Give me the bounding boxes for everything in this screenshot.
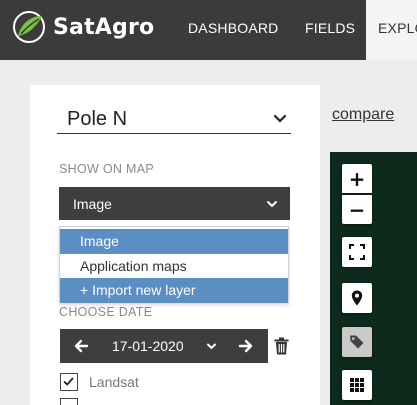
fullscreen-button[interactable] [342, 237, 372, 267]
option-application-maps[interactable]: Application maps [60, 254, 288, 279]
nav-dashboard[interactable]: DASHBOARD [188, 0, 278, 60]
choose-date-label: CHOOSE DATE [59, 305, 153, 319]
labels-toggle-button[interactable] [342, 327, 372, 357]
chevron-down-icon[interactable] [206, 341, 217, 352]
show-on-map-label: SHOW ON MAP [59, 162, 154, 176]
arrow-right-icon[interactable] [238, 338, 254, 354]
plus-icon: + [348, 166, 366, 191]
source-checkbox[interactable] [60, 398, 78, 405]
fullscreen-icon [349, 244, 365, 260]
field-name: Pole N [67, 108, 128, 130]
chevron-down-icon [267, 201, 277, 208]
landsat-label: Landsat [89, 374, 139, 390]
nav-fields[interactable]: FIELDS [305, 0, 355, 60]
landsat-checkbox[interactable] [60, 373, 78, 391]
layer-dropdown-menu: Image Application maps + Import new laye… [59, 226, 289, 303]
minus-icon: − [348, 197, 366, 222]
arrow-left-icon[interactable] [73, 338, 89, 354]
brand-logo[interactable]: SatAgro [12, 10, 154, 44]
date-picker: 17-01-2020 [60, 329, 268, 363]
brand-name: SatAgro [53, 14, 155, 40]
grid-icon [350, 378, 364, 392]
option-image[interactable]: Image [60, 229, 288, 254]
trash-icon[interactable] [274, 337, 289, 355]
satagro-logo-icon [13, 11, 45, 43]
checkmark-icon [63, 377, 74, 386]
nav-explore[interactable]: EXPLO [366, 0, 417, 60]
layer-select-value: Image [73, 196, 112, 212]
locate-button[interactable] [342, 283, 372, 313]
top-nav: SatAgro DASHBOARD FIELDS EXPLO [0, 0, 417, 60]
selected-date[interactable]: 17-01-2020 [112, 338, 184, 354]
option-import-new-layer[interactable]: + Import new layer [60, 278, 288, 303]
zoom-in-button[interactable]: + [342, 164, 372, 193]
compare-link[interactable]: compare [332, 106, 394, 124]
map-pin-icon [351, 290, 363, 306]
zoom-out-button[interactable]: − [342, 195, 372, 224]
tag-icon [350, 335, 364, 349]
grid-button[interactable] [342, 370, 372, 400]
field-select[interactable]: Pole N [57, 106, 291, 134]
layer-select[interactable]: Image [59, 187, 290, 220]
chevron-down-icon [273, 114, 287, 123]
